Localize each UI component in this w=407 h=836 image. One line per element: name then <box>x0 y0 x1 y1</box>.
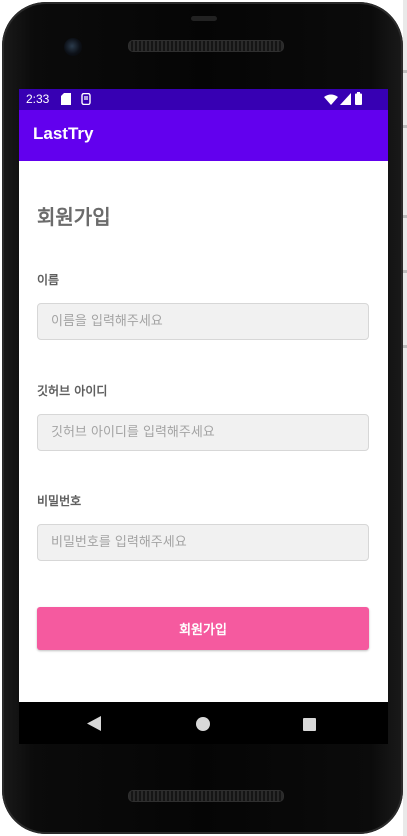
app-toolbar: LastTry <box>19 110 388 161</box>
app-title: LastTry <box>33 124 94 143</box>
window-edge <box>403 0 407 836</box>
edge-mark <box>403 345 407 348</box>
github-id-label: 깃허브 아이디 <box>37 384 108 398</box>
bottom-speaker <box>128 790 284 802</box>
back-icon[interactable] <box>87 716 101 735</box>
name-input[interactable] <box>37 303 369 340</box>
signup-button[interactable]: 회원가입 <box>37 607 369 650</box>
wifi-icon <box>324 94 338 108</box>
device-screen: 2:33 LastTry 회원가입 이름 깃허브 아이디 비밀번호 회원가입 <box>19 89 388 702</box>
edge-mark <box>403 125 407 128</box>
status-time: 2:33 <box>26 92 50 106</box>
signup-form: 회원가입 이름 깃허브 아이디 비밀번호 회원가입 <box>19 161 388 702</box>
sd-card-icon <box>61 93 71 108</box>
edge-mark <box>403 270 407 273</box>
notch <box>191 16 217 21</box>
battery-icon <box>355 92 362 108</box>
password-label: 비밀번호 <box>37 494 82 508</box>
earpiece-speaker <box>128 40 284 52</box>
recents-icon[interactable] <box>303 716 316 735</box>
home-icon[interactable] <box>196 716 210 735</box>
github-id-input[interactable] <box>37 414 369 451</box>
password-input[interactable] <box>37 524 369 561</box>
cellular-signal-icon <box>340 93 351 108</box>
edge-mark <box>403 70 407 73</box>
navigation-bar <box>19 702 388 744</box>
name-label: 이름 <box>37 273 60 287</box>
notification-icon <box>81 92 91 108</box>
edge-mark <box>403 215 407 218</box>
status-bar: 2:33 <box>19 89 388 110</box>
page-title: 회원가입 <box>37 205 111 229</box>
front-camera <box>64 38 82 56</box>
